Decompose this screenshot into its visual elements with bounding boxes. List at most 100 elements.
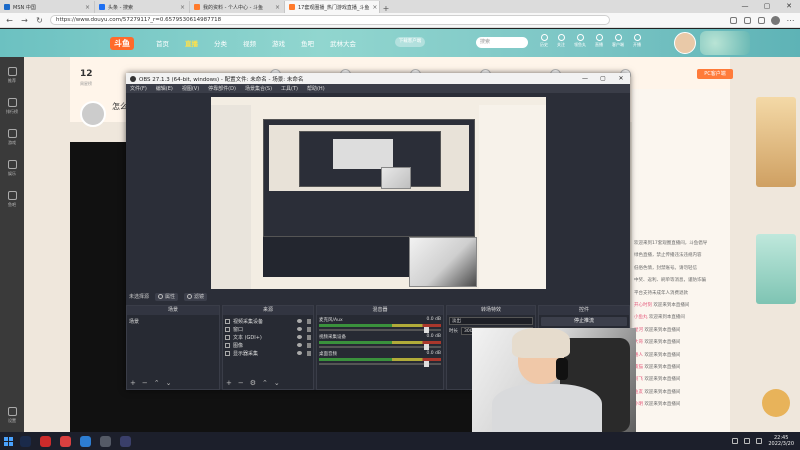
obs-menu-item[interactable]: 编辑(E) bbox=[156, 85, 173, 92]
source-item[interactable]: 窗口 bbox=[225, 325, 311, 333]
lock-icon[interactable] bbox=[307, 342, 311, 348]
obs-close-button[interactable]: ✕ bbox=[612, 75, 630, 82]
sidebar-item[interactable]: 排行榜 bbox=[6, 98, 18, 115]
user-nav-item[interactable]: 领鱼丸 bbox=[574, 34, 586, 48]
user-nav-item[interactable]: 历史 bbox=[540, 34, 548, 48]
user-avatar[interactable] bbox=[674, 32, 696, 54]
taskbar-app-icon[interactable] bbox=[80, 435, 91, 447]
add-scene-icon[interactable]: + bbox=[130, 379, 136, 387]
forward-icon[interactable]: → bbox=[20, 16, 29, 25]
source-settings-icon[interactable]: ⚙ bbox=[250, 379, 256, 387]
browser-tab[interactable]: 17套观圈播_热门游戏直播_斗鱼 × bbox=[285, 1, 380, 13]
obs-menu-item[interactable]: 场景集合(S) bbox=[245, 85, 272, 92]
sidebar-settings[interactable]: 设置 bbox=[7, 407, 17, 424]
nav-item[interactable]: 游戏 bbox=[272, 38, 285, 48]
back-icon[interactable]: ← bbox=[5, 16, 14, 25]
remove-source-icon[interactable]: − bbox=[238, 379, 244, 387]
tab-close-icon[interactable]: × bbox=[85, 4, 90, 11]
pc-client-button[interactable]: PC客户端 bbox=[697, 69, 733, 79]
user-nav-item[interactable]: 客户端 bbox=[612, 34, 624, 48]
volume-slider[interactable] bbox=[319, 344, 441, 350]
user-nav-item[interactable]: 开播 bbox=[633, 34, 641, 48]
slider-handle[interactable] bbox=[424, 344, 429, 350]
visibility-eye-icon[interactable] bbox=[297, 319, 302, 323]
volume-slider[interactable] bbox=[319, 361, 441, 367]
douyu-logo[interactable]: 斗鱼 bbox=[110, 37, 134, 50]
chat-username[interactable]: 小鱼丸 bbox=[634, 315, 648, 320]
nav-item[interactable]: 直播 bbox=[185, 38, 198, 48]
slider-handle[interactable] bbox=[424, 327, 429, 333]
more-options-icon[interactable]: ⋯ bbox=[786, 16, 795, 25]
browser-tab[interactable]: MSN 中国 × bbox=[0, 1, 95, 13]
taskbar-app-icon[interactable] bbox=[60, 435, 71, 447]
nav-item[interactable]: 视频 bbox=[243, 38, 256, 48]
maximize-button[interactable]: ▢ bbox=[756, 0, 778, 13]
obs-minimize-button[interactable]: — bbox=[576, 75, 594, 82]
user-nav-item[interactable]: 关注 bbox=[557, 34, 565, 48]
tab-close-icon[interactable]: × bbox=[180, 4, 185, 11]
nav-item[interactable]: 分类 bbox=[214, 38, 227, 48]
input-method-icon[interactable] bbox=[756, 438, 763, 444]
nav-item[interactable]: 首页 bbox=[156, 38, 169, 48]
download-client-button[interactable]: 下载客户端 bbox=[395, 37, 425, 47]
gift-icon[interactable] bbox=[762, 389, 790, 417]
browser-tab[interactable]: 我的资料 - 个人中心 - 斗鱼 × bbox=[190, 1, 285, 13]
taskbar-app-icon[interactable] bbox=[100, 435, 111, 447]
obs-menu-item[interactable]: 工具(T) bbox=[281, 85, 298, 92]
scene-item[interactable]: 场景 bbox=[129, 317, 217, 325]
close-button[interactable]: ✕ bbox=[778, 0, 800, 13]
obs-preview[interactable] bbox=[211, 97, 546, 289]
lock-icon[interactable] bbox=[307, 318, 311, 324]
lock-icon[interactable] bbox=[307, 326, 311, 332]
visibility-eye-icon[interactable] bbox=[297, 343, 302, 347]
move-up-icon[interactable]: ⌃ bbox=[262, 379, 268, 387]
taskbar-app-icon[interactable] bbox=[20, 435, 31, 447]
sidebar-item[interactable]: 游戏 bbox=[7, 129, 17, 146]
clock[interactable]: 22:45 2022/3/20 bbox=[768, 435, 794, 447]
new-tab-button[interactable]: + bbox=[380, 4, 392, 13]
transition-select[interactable]: 淡出 bbox=[449, 317, 533, 325]
slider-handle[interactable] bbox=[424, 361, 429, 367]
volume-slider[interactable] bbox=[319, 327, 441, 333]
add-source-icon[interactable]: + bbox=[226, 379, 232, 387]
obs-menu-item[interactable]: 文件(F) bbox=[130, 85, 147, 92]
browser-tab[interactable]: 头条 - 搜索 × bbox=[95, 1, 190, 13]
source-item[interactable]: 图像 bbox=[225, 341, 311, 349]
taskbar-app-icon[interactable] bbox=[120, 435, 131, 447]
move-up-icon[interactable]: ⌃ bbox=[154, 379, 160, 387]
obs-menu-item[interactable]: 帮助(H) bbox=[307, 85, 325, 92]
sidebar-item[interactable]: 推荐 bbox=[7, 67, 17, 84]
obs-maximize-button[interactable]: ▢ bbox=[594, 75, 612, 82]
lock-icon[interactable] bbox=[307, 334, 311, 340]
visibility-eye-icon[interactable] bbox=[297, 327, 302, 331]
douyu-search-input[interactable]: 搜索 bbox=[476, 37, 528, 48]
minimize-button[interactable]: — bbox=[734, 0, 756, 13]
source-item[interactable]: 视频采集设备 bbox=[225, 317, 311, 325]
visibility-eye-icon[interactable] bbox=[297, 335, 302, 339]
properties-button[interactable]: 属性 bbox=[155, 292, 179, 301]
nav-item[interactable]: 鱼吧 bbox=[301, 38, 314, 48]
refresh-icon[interactable]: ↻ bbox=[35, 16, 44, 25]
control-button[interactable]: 停止推流 bbox=[541, 317, 627, 326]
extensions-icon[interactable] bbox=[744, 16, 751, 24]
volume-icon[interactable] bbox=[744, 438, 751, 444]
visibility-eye-icon[interactable] bbox=[297, 351, 302, 355]
sidebar-item[interactable]: 鱼吧 bbox=[7, 191, 17, 208]
source-item[interactable]: 显示器采集 bbox=[225, 349, 311, 357]
network-icon[interactable] bbox=[732, 438, 739, 444]
anchor-avatar[interactable] bbox=[80, 101, 106, 127]
start-button[interactable] bbox=[4, 436, 13, 446]
profile-avatar[interactable] bbox=[771, 15, 780, 25]
ad-banner[interactable] bbox=[756, 97, 796, 187]
tab-close-icon[interactable]: × bbox=[275, 4, 280, 11]
move-down-icon[interactable]: ⌄ bbox=[274, 379, 280, 387]
tab-close-icon[interactable]: × bbox=[372, 4, 377, 11]
url-input[interactable]: https://www.douyu.com/5727911?_r=0.65795… bbox=[50, 15, 610, 25]
chat-username[interactable]: 开心时刻 bbox=[634, 303, 652, 308]
obs-menu-item[interactable]: 视图(V) bbox=[182, 85, 199, 92]
taskbar-app-icon[interactable] bbox=[40, 435, 51, 447]
move-down-icon[interactable]: ⌄ bbox=[166, 379, 172, 387]
remove-scene-icon[interactable]: − bbox=[142, 379, 148, 387]
collections-icon[interactable] bbox=[758, 16, 765, 24]
filters-button[interactable]: 滤镜 bbox=[184, 292, 208, 301]
